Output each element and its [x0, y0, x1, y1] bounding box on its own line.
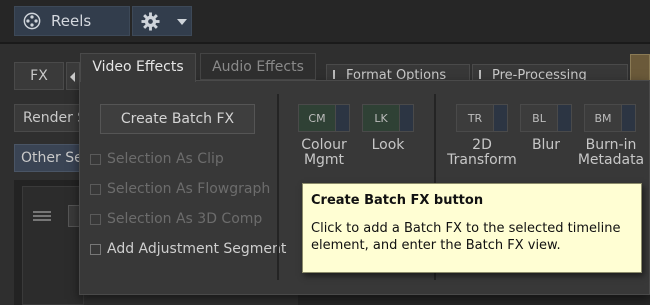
reels-label: Reels — [51, 12, 92, 30]
settings-button[interactable] — [132, 6, 192, 36]
create-batch-fx-button[interactable]: Create Batch FX — [100, 104, 255, 134]
2d-transform-fx-button[interactable]: TR — [456, 104, 508, 132]
checkbox[interactable] — [90, 153, 101, 165]
selection-as-clip-option[interactable]: Selection As Clip — [90, 150, 224, 168]
burn-in-metadata-label: Burn-in Metadata — [577, 137, 645, 168]
fx-side-strip — [621, 105, 635, 131]
colour-mgmt-label: Colour Mgmt — [301, 137, 347, 168]
gear-icon — [141, 12, 160, 31]
fx-side-strip — [335, 105, 349, 131]
tooltip-text: Click to add a Batch FX to the selected … — [311, 221, 621, 253]
lower-inner-panel — [22, 186, 84, 305]
fx-tag: BM — [585, 105, 621, 131]
add-adjustment-segment-option[interactable]: Add Adjustment Segment — [90, 240, 286, 258]
2d-transform-label: 2D Transform — [447, 137, 517, 168]
blur-fx-button[interactable]: BL — [520, 104, 572, 132]
option-label: Selection As Flowgraph — [107, 181, 271, 197]
tab-grip-icon — [333, 70, 342, 79]
fx-collapse-arrow-icon[interactable] — [66, 62, 80, 90]
tab-audio-effects[interactable]: Audio Effects — [200, 53, 316, 80]
top-toolbar: Reels — [0, 0, 650, 42]
blur-label: Blur — [531, 137, 561, 153]
fx-side-strip — [493, 105, 507, 131]
option-label: Add Adjustment Segment — [107, 241, 287, 257]
checkbox[interactable] — [90, 183, 101, 195]
option-label: Selection As Clip — [107, 151, 224, 167]
look-fx-button[interactable]: LK — [362, 104, 414, 132]
fx-side-strip — [557, 105, 571, 131]
checkbox[interactable] — [90, 213, 101, 225]
tooltip-title: Create Batch FX button — [311, 193, 484, 208]
hamburger-menu-icon[interactable] — [33, 211, 51, 221]
tooltip: Create Batch FX button Click to add a Ba… — [302, 183, 642, 273]
burn-in-metadata-fx-button[interactable]: BM — [584, 104, 636, 132]
checkbox[interactable] — [90, 243, 101, 255]
fx-tag: BL — [521, 105, 557, 131]
film-reel-icon — [23, 12, 41, 30]
fx-tag: TR — [457, 105, 493, 131]
fx-tag: LK — [363, 105, 399, 131]
fx-tag: CM — [299, 105, 335, 131]
reels-button[interactable]: Reels — [14, 6, 130, 36]
other-section-selector[interactable]: Other Sec — [14, 144, 84, 172]
look-label: Look — [371, 137, 405, 153]
chevron-down-icon[interactable] — [177, 19, 187, 25]
selection-as-3d-comp-option[interactable]: Selection As 3D Comp — [90, 210, 262, 228]
tab-video-effects[interactable]: Video Effects — [80, 53, 196, 82]
option-label: Selection As 3D Comp — [107, 211, 263, 227]
fx-side-strip — [399, 105, 413, 131]
colour-mgmt-fx-button[interactable]: CM — [298, 104, 350, 132]
render-selector[interactable]: Render S — [14, 104, 84, 132]
tab-grip-icon — [479, 70, 488, 79]
selection-as-flowgraph-option[interactable]: Selection As Flowgraph — [90, 180, 270, 198]
fx-button[interactable]: FX — [14, 62, 64, 90]
panel-divider — [277, 94, 279, 280]
